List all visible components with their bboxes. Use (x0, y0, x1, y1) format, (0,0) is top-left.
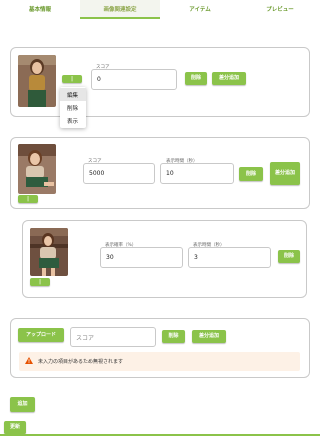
display-time-input[interactable]: 10 (160, 163, 234, 184)
add-diff-button[interactable]: 差分追加 (192, 330, 226, 343)
display-time-input[interactable]: 3 (188, 247, 271, 268)
warning-alert: 未入力の項目があるため無視されます (19, 352, 300, 371)
score-input[interactable]: スコア (70, 327, 156, 347)
tab-preview[interactable]: プレビュー (240, 0, 320, 18)
add-diff-button[interactable]: 差分追加 (270, 162, 300, 185)
drag-handle-button[interactable]: | (30, 278, 50, 286)
warning-text: 未入力の項目があるため無視されます (38, 359, 124, 365)
active-tab-indicator (80, 17, 160, 19)
display-probability-input[interactable]: 30 (100, 247, 183, 268)
menu-item-edit[interactable]: 編集 (60, 88, 86, 101)
drag-handle-button[interactable]: | (18, 195, 38, 203)
context-menu: 編集 削除 表示 (60, 87, 86, 128)
delete-button[interactable]: 削除 (185, 72, 207, 85)
update-button[interactable]: 更新 (4, 421, 26, 434)
score-input[interactable]: 0 (91, 69, 177, 90)
tab-basic-info[interactable]: 基本情報 (0, 0, 80, 18)
tab-items[interactable]: アイテム (160, 0, 240, 18)
image-thumbnail (18, 144, 56, 194)
drag-handle-button[interactable]: | (62, 75, 82, 83)
score-input[interactable]: 5000 (83, 163, 155, 184)
delete-button[interactable]: 削除 (239, 167, 263, 181)
image-thumbnail (18, 55, 56, 107)
menu-item-delete[interactable]: 削除 (60, 101, 86, 114)
delete-button[interactable]: 削除 (162, 330, 185, 343)
tab-image-settings[interactable]: 画像関連設定 (80, 0, 160, 18)
upload-button[interactable]: アップロード (18, 328, 64, 342)
menu-item-show[interactable]: 表示 (60, 114, 86, 127)
add-diff-button[interactable]: 差分追加 (212, 72, 246, 85)
image-thumbnail (30, 228, 68, 276)
warning-icon (25, 357, 33, 366)
tab-bar: 基本情報 画像関連設定 アイテム プレビュー (0, 0, 320, 18)
delete-button[interactable]: 削除 (278, 250, 300, 263)
add-button[interactable]: 追加 (10, 397, 35, 412)
